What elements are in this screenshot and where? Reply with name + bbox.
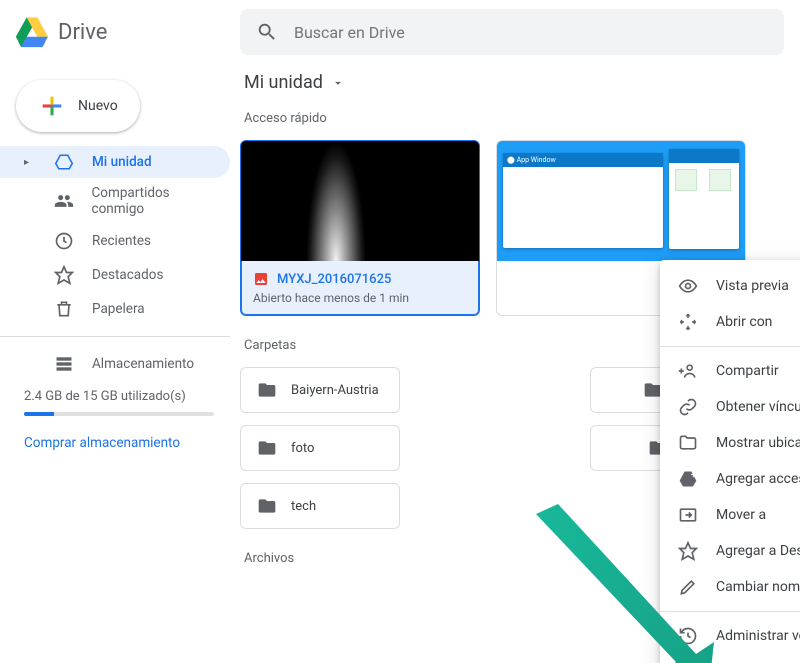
ctx-show-location[interactable]: Mostrar ubicación del archivo xyxy=(660,425,800,461)
ctx-preview[interactable]: Vista previa xyxy=(660,268,800,304)
trash-icon xyxy=(54,299,74,319)
ctx-rename[interactable]: Cambiar nombre xyxy=(660,569,800,605)
add-person-icon xyxy=(678,361,698,381)
storage-usage-text: 2.4 GB de 15 GB utilizado(s) xyxy=(24,389,214,404)
sidebar-item-label: Almacenamiento xyxy=(92,356,194,372)
pencil-icon xyxy=(678,577,698,597)
my-drive-icon xyxy=(54,153,74,171)
sidebar-item-label: Papelera xyxy=(92,301,145,317)
link-icon xyxy=(678,397,698,417)
sidebar-item-recent[interactable]: Recientes xyxy=(0,224,230,258)
folder-name: tech xyxy=(291,499,316,514)
sidebar-item-trash[interactable]: Papelera xyxy=(0,292,230,326)
folder-name: foto xyxy=(291,441,314,456)
folder-icon xyxy=(257,496,277,516)
ctx-share[interactable]: Compartir xyxy=(660,353,800,389)
app-name: Drive xyxy=(58,20,107,45)
card-thumbnail xyxy=(241,141,479,261)
new-button-label: Nuevo xyxy=(78,98,118,114)
ctx-add-star[interactable]: Agregar a Destacados xyxy=(660,533,800,569)
search-bar[interactable] xyxy=(240,9,784,55)
sidebar-item-shared[interactable]: Compartidos conmigo xyxy=(0,178,230,224)
ctx-versions[interactable]: Administrar versiones xyxy=(660,618,800,654)
sidebar-item-my-drive[interactable]: ▸ Mi unidad xyxy=(0,146,230,178)
ctx-open-with[interactable]: Abrir con › xyxy=(660,304,800,340)
folder-item[interactable]: foto xyxy=(240,425,400,471)
folder-outline-icon xyxy=(678,433,698,453)
app-logo[interactable]: Drive xyxy=(16,16,240,48)
folder-name: Baiyern-Austria xyxy=(291,383,379,398)
divider xyxy=(660,346,800,347)
context-menu: Vista previa Abrir con › Compartir Obten… xyxy=(660,260,800,663)
folder-icon xyxy=(257,380,277,400)
quick-access-label: Acceso rápido xyxy=(244,111,788,126)
storage-icon xyxy=(54,354,74,374)
image-file-icon xyxy=(253,271,269,287)
storage-bar xyxy=(24,412,214,416)
new-button[interactable]: Nuevo xyxy=(16,80,140,132)
history-icon xyxy=(678,626,698,646)
breadcrumb-title: Mi unidad xyxy=(244,72,323,93)
breadcrumb[interactable]: Mi unidad xyxy=(240,64,792,105)
plus-icon xyxy=(38,92,66,120)
divider xyxy=(660,611,800,612)
eye-icon xyxy=(678,276,698,296)
clock-icon xyxy=(54,231,74,251)
sidebar-item-label: Mi unidad xyxy=(92,154,152,170)
open-with-icon xyxy=(678,312,698,332)
star-outline-icon xyxy=(678,541,698,561)
ctx-get-link[interactable]: Obtener vínculo para compartir xyxy=(660,389,800,425)
drive-logo-icon xyxy=(16,16,48,48)
search-input[interactable] xyxy=(294,23,768,42)
sidebar-item-label: Compartidos conmigo xyxy=(92,185,221,217)
card-thumbnail: ⬤ App Window xyxy=(497,141,745,261)
ctx-add-shortcut[interactable]: + Agregar acceso directo a Drive ? xyxy=(660,461,800,497)
star-icon xyxy=(54,265,74,285)
sidebar-item-label: Destacados xyxy=(92,267,163,283)
drive-shortcut-icon: + xyxy=(678,469,698,489)
svg-text:+: + xyxy=(691,470,697,481)
divider xyxy=(0,336,230,337)
folder-item[interactable]: Baiyern-Austria xyxy=(240,367,400,413)
card-subtitle: Abierto hace menos de 1 min xyxy=(253,291,467,305)
quick-card-selected[interactable]: MYXJ_2016071625 Abierto hace menos de 1 … xyxy=(240,140,480,316)
card-title-text: MYXJ_2016071625 xyxy=(277,272,391,287)
people-icon xyxy=(54,191,74,211)
ctx-copy[interactable]: Crear una copia xyxy=(660,654,800,663)
search-icon xyxy=(256,21,278,43)
sidebar-item-starred[interactable]: Destacados xyxy=(0,258,230,292)
sidebar-item-label: Recientes xyxy=(92,233,151,249)
buy-storage-link[interactable]: Comprar almacenamiento xyxy=(24,434,214,453)
folder-icon xyxy=(257,438,277,458)
move-icon xyxy=(678,505,698,525)
chevron-down-icon xyxy=(331,76,345,90)
ctx-move-to[interactable]: Mover a xyxy=(660,497,800,533)
expand-icon[interactable]: ▸ xyxy=(24,157,36,168)
folder-item[interactable]: tech xyxy=(240,483,400,529)
sidebar-item-storage[interactable]: Almacenamiento xyxy=(0,347,230,381)
